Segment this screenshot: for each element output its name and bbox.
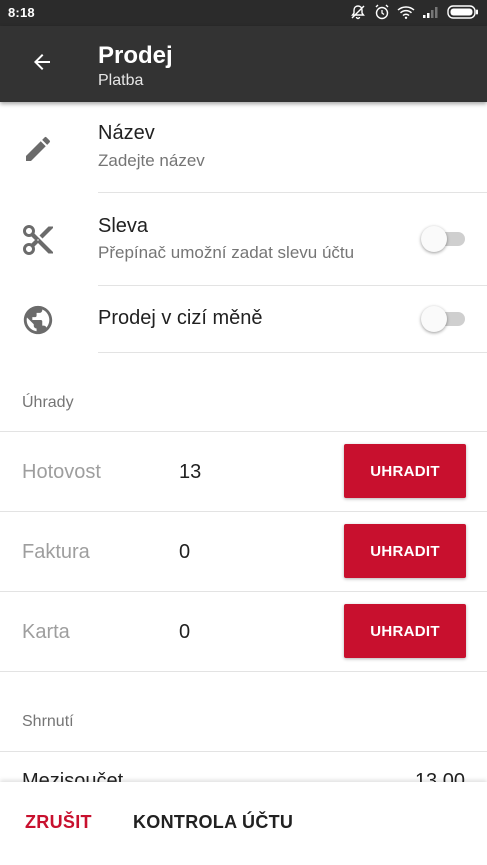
back-button[interactable] (20, 44, 64, 84)
mute-icon (349, 4, 367, 25)
toggle-thumb (421, 226, 447, 252)
scissors-icon (18, 220, 58, 260)
page-title: Prodej (98, 42, 173, 69)
foreign-currency-toggle[interactable] (421, 305, 465, 333)
cancel-button[interactable]: ZRUŠIT (25, 812, 92, 833)
payment-name: Hotovost (22, 461, 101, 483)
discount-description: Přepínač umožní zadat slevu účtu (98, 243, 355, 262)
globe-icon (18, 300, 58, 340)
discount-row: Sleva Přepínač umožní zadat slevu účtu (0, 193, 487, 285)
pay-button[interactable]: UHRADIT (344, 604, 466, 658)
payment-row: Hotovost 13 UHRADIT (0, 432, 487, 511)
divider (0, 751, 487, 752)
toggle-thumb (421, 306, 447, 332)
divider (0, 671, 487, 672)
wifi-icon (397, 5, 415, 24)
bottom-action-bar: ZRUŠIT KONTROLA ÚČTU (0, 782, 487, 865)
foreign-currency-row: Prodej v cizí měně (0, 286, 487, 352)
payment-amount: 0 (179, 541, 191, 563)
status-bar: 8:18 (0, 0, 487, 26)
pay-button[interactable]: UHRADIT (344, 524, 466, 578)
signal-icon (422, 5, 440, 24)
pay-button[interactable]: UHRADIT (344, 444, 466, 498)
page-subtitle: Platba (98, 72, 144, 89)
summary-section-label: Shrnutí (22, 713, 74, 730)
battery-icon (447, 5, 479, 24)
payments-section-label: Úhrady (22, 394, 74, 411)
status-time: 8:18 (8, 5, 35, 20)
name-title: Název (98, 122, 155, 144)
discount-toggle[interactable] (421, 225, 465, 253)
payment-amount: 0 (179, 621, 191, 643)
app-bar: Prodej Platba (0, 26, 487, 102)
foreign-currency-title: Prodej v cizí měně (98, 307, 263, 329)
payment-amount: 13 (179, 461, 202, 483)
pencil-icon (18, 129, 58, 169)
alarm-icon (374, 4, 390, 25)
discount-title: Sleva (98, 215, 149, 237)
name-row[interactable]: Název Zadejte název (0, 102, 487, 192)
status-icons (349, 4, 479, 25)
divider (98, 352, 487, 353)
payment-row: Faktura 0 UHRADIT (0, 512, 487, 591)
payment-name: Faktura (22, 541, 90, 563)
name-input[interactable]: Zadejte název (98, 151, 205, 171)
payment-name: Karta (22, 621, 70, 643)
payment-row: Karta 0 UHRADIT (0, 592, 487, 671)
arrow-back-icon (30, 50, 54, 79)
check-bill-button[interactable]: KONTROLA ÚČTU (133, 812, 293, 833)
